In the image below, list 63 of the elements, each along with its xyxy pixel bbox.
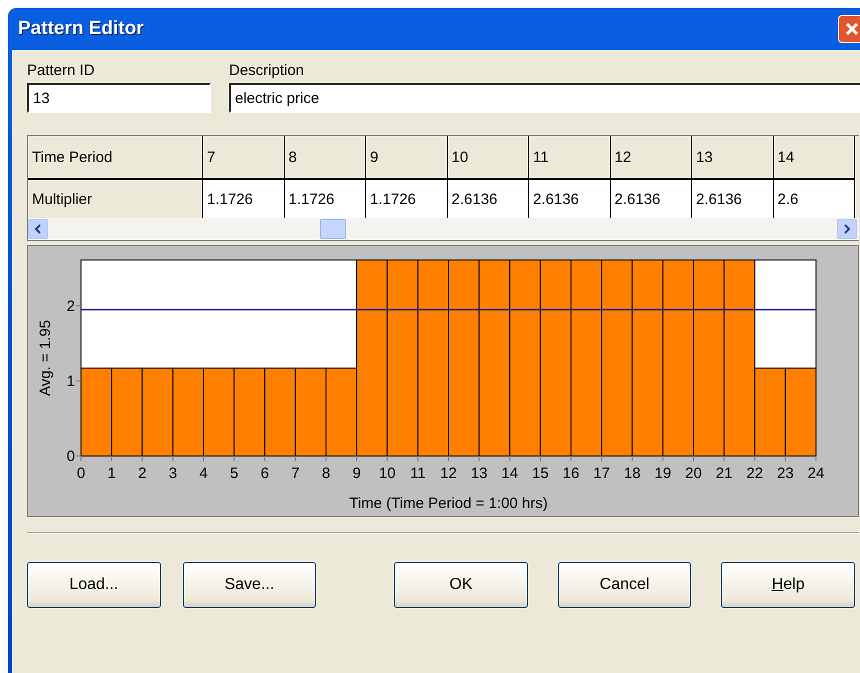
x-tick-label: 20 [685, 465, 702, 482]
x-axis-label: Time (Time Period = 1:00 hrs) [349, 495, 548, 512]
table-cell[interactable]: 2.6136 [692, 180, 774, 218]
y-tick-label: 0 [66, 448, 75, 465]
x-tick-label: 14 [501, 465, 518, 482]
table-cell[interactable]: 1.1726 [203, 180, 284, 218]
x-tick-label: 13 [470, 465, 488, 482]
horizontal-scrollbar[interactable] [28, 218, 859, 240]
x-tick-label: 9 [352, 465, 361, 482]
table-cell[interactable]: 1.1726 [366, 180, 448, 218]
x-tick-label: 6 [260, 465, 269, 482]
row-header: Time Period [28, 136, 203, 180]
x-tick-label: 16 [562, 465, 580, 482]
table-cell[interactable]: 2.6136 [529, 180, 610, 218]
table-cell[interactable]: 12 [610, 136, 692, 180]
x-tick-label: 7 [291, 465, 300, 482]
y-tick-label: 1 [66, 372, 75, 390]
x-tick-label: 12 [440, 465, 457, 482]
scroll-thumb[interactable] [320, 219, 346, 239]
x-tick-label: 23 [777, 465, 794, 482]
scroll-left-button[interactable] [28, 219, 48, 239]
table-cell[interactable]: 9 [366, 136, 448, 180]
x-tick-label: 10 [378, 465, 396, 482]
table-cell[interactable]: 1.1726 [284, 180, 366, 218]
x-tick-label: 3 [168, 465, 178, 482]
y-tick-label: 2 [66, 298, 75, 315]
x-tick-label: 4 [199, 465, 208, 482]
close-icon [845, 22, 859, 36]
y-axis-label: Avg. = 1.95 [37, 320, 54, 396]
table-cell[interactable]: 7 [203, 136, 284, 180]
table-cell[interactable]: 10 [448, 136, 529, 180]
window-title: Pattern Editor [18, 18, 144, 40]
x-tick-label: 17 [593, 465, 610, 482]
x-tick-label: 19 [654, 465, 672, 482]
x-tick-label: 24 [808, 465, 824, 482]
table-cell[interactable]: 13 [692, 136, 774, 180]
table-cell[interactable]: 2.6 [774, 180, 855, 218]
x-tick-label: 5 [230, 465, 238, 482]
dialog-button[interactable]: OK [394, 562, 528, 608]
scroll-right-button[interactable] [837, 219, 857, 239]
table-cell[interactable]: 2.6136 [610, 180, 692, 218]
close-button[interactable] [838, 15, 860, 43]
description-field[interactable]: electric price [229, 83, 860, 113]
x-tick-label: 15 [532, 465, 549, 482]
x-tick-label: 8 [322, 465, 330, 482]
field-label: Description [229, 62, 306, 79]
table-cell[interactable]: 14 [774, 136, 855, 180]
x-tick-label: 0 [76, 465, 86, 482]
dialog-button[interactable]: Load... [27, 562, 161, 608]
dialog-button[interactable]: Save... [182, 562, 316, 608]
x-tick-label: 22 [746, 465, 764, 482]
pattern-id-field[interactable]: 13 [27, 83, 211, 113]
x-tick-label: 2 [138, 465, 146, 482]
x-tick-label: 21 [716, 465, 732, 482]
table-cell[interactable]: 8 [284, 136, 366, 180]
table-cell[interactable]: 11 [529, 136, 610, 180]
dialog-button[interactable]: Help [721, 562, 855, 608]
x-tick-label: 1 [107, 465, 116, 482]
x-tick-label: 18 [624, 465, 641, 482]
x-tick-label: 11 [410, 465, 426, 482]
field-label: Pattern ID [27, 62, 96, 79]
dialog-button[interactable]: Cancel [558, 562, 692, 608]
table-cell[interactable]: 2.6136 [448, 180, 529, 218]
